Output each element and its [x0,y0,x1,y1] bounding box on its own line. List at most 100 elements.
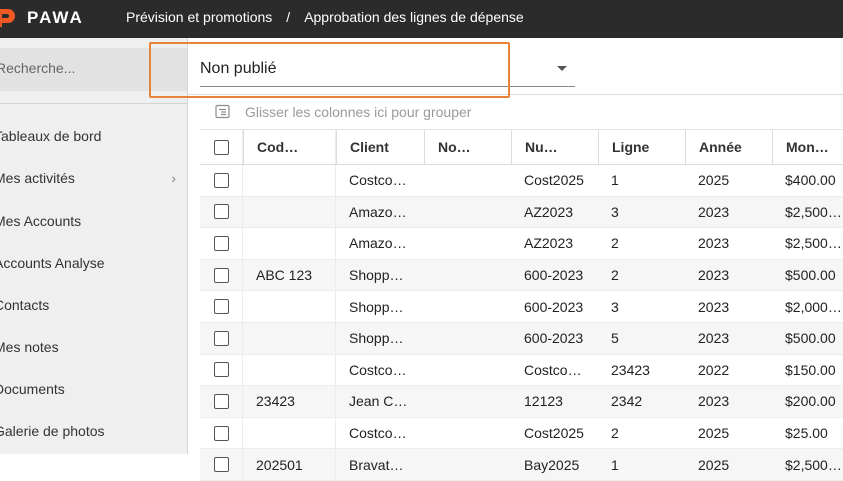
table-row[interactable]: Costco… Cost2025 1 2025 $400.00 [200,165,843,197]
cell-name [424,165,511,196]
sidebar-divider [0,103,187,104]
select-all-checkbox[interactable] [214,139,229,155]
cell-client: Jean C… [349,393,408,410]
column-header-line[interactable]: Ligne [598,130,685,164]
cell-name [424,386,511,417]
cell-amount: $200.00 [785,393,836,410]
breadcrumb-item-forecast[interactable]: Prévision et promotions [126,9,272,25]
column-header-amount[interactable]: Mon… [772,130,843,164]
group-by-panel[interactable]: Glisser les colonnes ici pour grouper [200,95,843,130]
main-content: Non publié Glisser les colonnes ici pour… [188,38,843,481]
cell-number: 600-2023 [524,330,584,347]
table-row[interactable]: 23423 Jean C… 12123 2342 2023 $200.00 [200,386,843,418]
table-row[interactable]: Shopp… 600-2023 3 2023 $2,000… [200,291,843,323]
cell-number: AZ2023 [524,235,574,252]
cell-code: 23423 [243,386,336,417]
cell-code [243,196,336,228]
row-checkbox[interactable] [214,204,229,220]
column-header-name[interactable]: No… [424,130,511,164]
column-header-code[interactable]: Cod… [243,130,336,164]
cell-number: AZ2023 [524,203,574,220]
cell-year: 2023 [698,203,730,220]
row-checkbox[interactable] [214,299,229,315]
status-filter-value: Non publié [200,60,277,77]
cell-code [243,291,336,322]
table-row[interactable]: Amazo… AZ2023 3 2023 $2,500… [200,196,843,229]
row-checkbox[interactable] [214,235,229,251]
cell-amount: $500.00 [785,267,836,284]
row-checkbox[interactable] [214,457,229,473]
row-checkbox[interactable] [214,172,229,188]
sidebar-item-label: Galerie de photos [0,423,105,439]
sidebar-item-dashboards[interactable]: Tableaux de bord [0,121,184,151]
column-header-year[interactable]: Année [685,130,772,164]
table-row[interactable]: Amazo… AZ2023 2 2023 $2,500… [200,228,843,260]
cell-amount: $25.00 [785,425,828,442]
cell-amount: $150.00 [785,361,836,378]
cell-client: Amazo… [349,203,407,220]
column-header-number[interactable]: Nu… [511,130,598,164]
cell-number: 600-2023 [524,298,584,315]
breadcrumb-item-current: Approbation des lignes de dépense [304,9,524,25]
sidebar-item-label: Mes notes [0,339,59,355]
row-checkbox[interactable] [214,393,229,409]
cell-number: 600-2023 [524,267,584,284]
row-select-cell [200,291,243,322]
cell-line: 2342 [611,393,643,410]
row-checkbox[interactable] [214,267,229,283]
cell-line: 2 [611,425,619,442]
column-header-client[interactable]: Client [336,130,424,164]
row-checkbox[interactable] [214,362,229,378]
cell-client: Shopp… [349,267,404,284]
cell-code [243,228,336,259]
sidebar-item-contacts[interactable]: Contacts [0,290,184,320]
cell-year: 2022 [698,361,730,378]
table-row[interactable]: ABC 123 Shopp… 600-2023 2 2023 $500.00 [200,259,843,292]
cell-name [424,260,511,291]
table-header: Cod… Client No… Nu… Ligne Année Mon… [200,130,843,165]
cell-line: 23423 [611,361,650,378]
search-input[interactable] [0,60,176,76]
cell-name [424,228,511,259]
sidebar-item-photo-gallery[interactable]: Galerie de photos [0,416,184,446]
sidebar-item-notes[interactable]: Mes notes [0,332,184,362]
row-select-cell [200,417,243,449]
group-rows-icon [215,104,230,119]
cell-code [243,417,336,449]
cell-amount: $2,500… [785,235,842,252]
row-checkbox[interactable] [214,425,229,441]
pawa-logo-icon[interactable] [0,7,18,29]
table-row[interactable]: Shopp… 600-2023 5 2023 $500.00 [200,322,843,355]
cell-name [424,323,511,354]
cell-name [424,291,511,322]
cell-year: 2025 [698,172,730,189]
sidebar-item-label: Accounts Analyse [0,255,105,271]
sidebar-item-accounts-analysis[interactable]: Accounts Analyse [0,248,184,278]
chevron-right-icon: › [171,170,176,186]
cell-year: 2023 [698,330,730,347]
table-row[interactable]: 202501 Bravat… Bay2025 1 2025 $2,500… [200,449,843,481]
cell-number: Cost2025 [524,172,584,189]
cell-client: Shopp… [349,298,404,315]
sidebar-item-documents[interactable]: Documents [0,374,184,404]
top-bar: PAWA Prévision et promotions / Approbation… [0,0,843,38]
cell-number: Cost2025 [524,425,584,442]
breadcrumb: Prévision et promotions / Approbation des … [126,9,524,25]
table-row[interactable]: Costco… Cost2025 2 2025 $25.00 [200,417,843,450]
cell-line: 2 [611,235,619,252]
header-select-cell [200,130,243,164]
status-filter-select[interactable]: Non publié [200,54,575,87]
sidebar-item-activities[interactable]: Mes activités › [0,163,184,193]
row-select-cell [200,228,243,259]
cell-client: Costco… [349,172,407,189]
app-logo-text[interactable]: PAWA [27,8,84,28]
row-select-cell [200,322,243,354]
cell-number: Costco… [524,361,582,378]
cell-amount: $2,000… [785,298,842,315]
sidebar-search [0,48,187,91]
row-checkbox[interactable] [214,330,229,346]
sidebar-item-accounts[interactable]: Mes Accounts [0,206,184,236]
cell-year: 2023 [698,267,730,284]
table-row[interactable]: Costco… Costco… 23423 2022 $150.00 [200,354,843,387]
sidebar-item-label: Documents [0,381,65,397]
